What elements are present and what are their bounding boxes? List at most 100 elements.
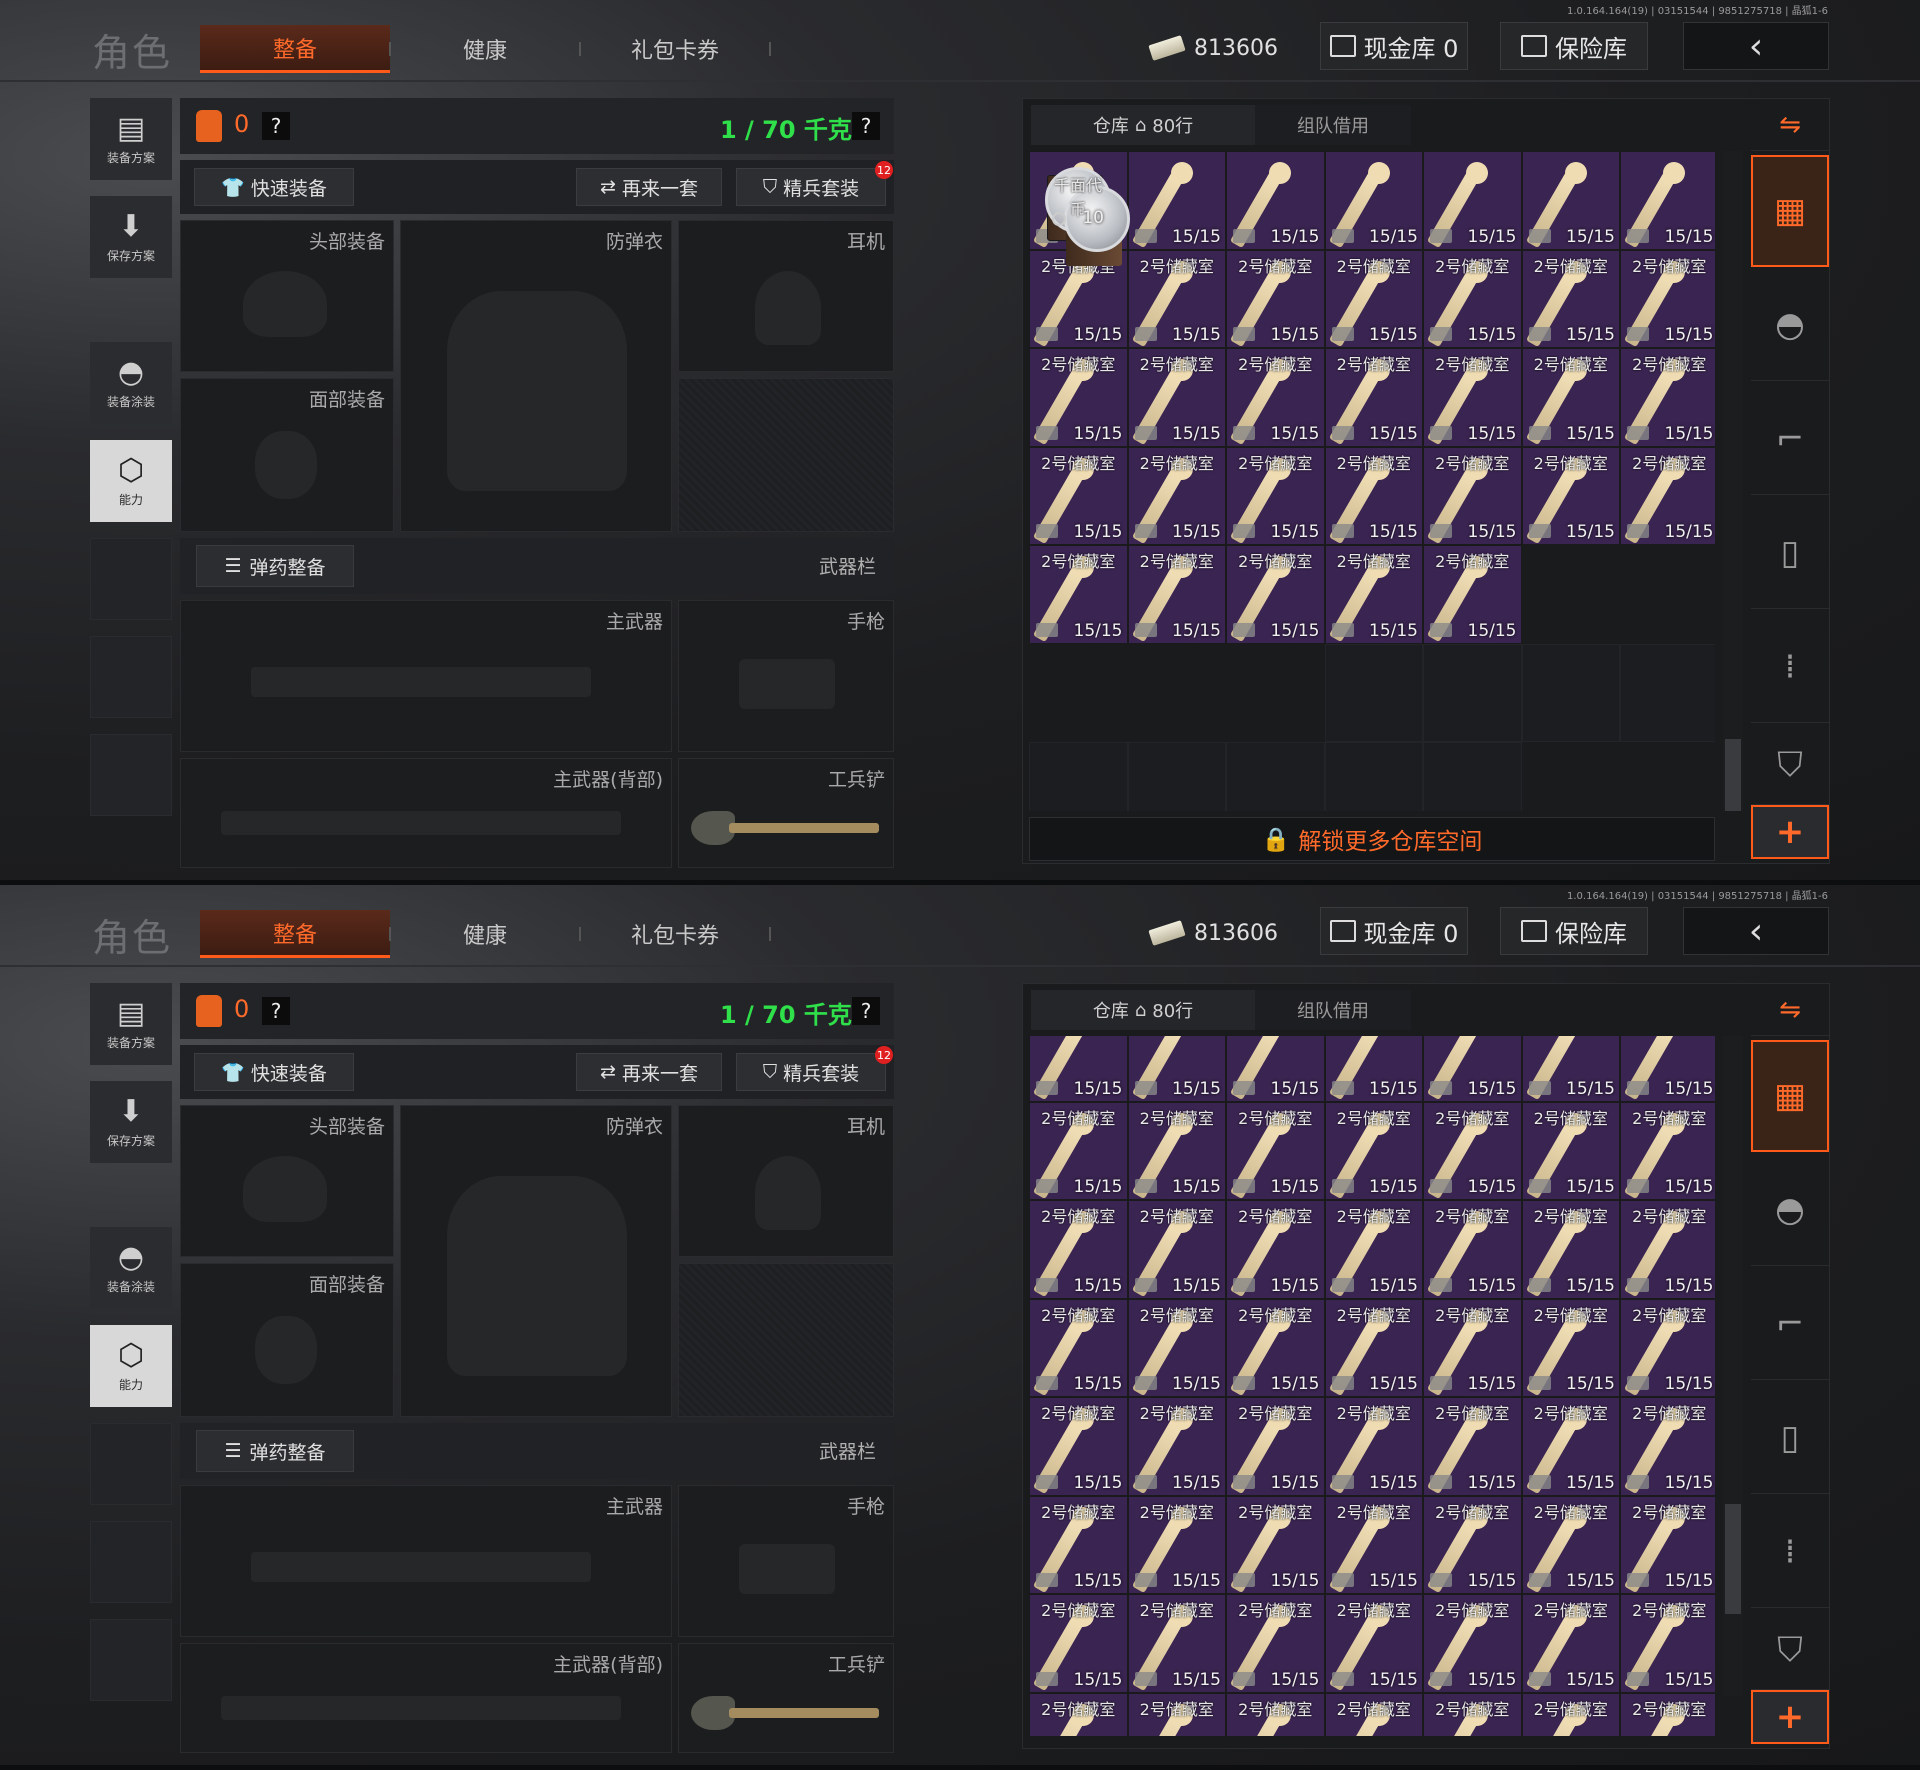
item-cell[interactable]: 15/15 <box>1324 151 1423 250</box>
main-weapon-slot[interactable]: 主武器 <box>180 600 672 752</box>
item-cell[interactable]: 2号储藏室15/15 <box>1324 1101 1423 1200</box>
item-cell[interactable]: 2号储藏室15/15 <box>1029 1594 1128 1693</box>
item-cell[interactable]: 2号储藏室15/15 <box>1521 1200 1620 1299</box>
item-cell[interactable]: 2号储藏室15/15 <box>1029 348 1128 447</box>
scrollbar[interactable] <box>1723 151 1743 811</box>
item-cell[interactable]: 2号储藏室15/15 <box>1620 1298 1715 1397</box>
item-cell[interactable]: 2号储藏室15/15 <box>1423 1036 1522 1102</box>
item-cell[interactable]: 2号储藏室15/15 <box>1324 249 1423 348</box>
item-cell[interactable]: 2号储藏室15/15 <box>1324 1397 1423 1496</box>
item-cell[interactable]: 2号储藏室15/15 <box>1226 1036 1325 1102</box>
item-cell[interactable]: 2号储藏室15/15 <box>1226 446 1325 545</box>
item-cell[interactable]: 2号储藏室15/15 <box>1423 348 1522 447</box>
item-cell[interactable]: 2号储藏室15/15 <box>1127 348 1226 447</box>
item-cell[interactable]: 15/15 <box>1620 151 1715 250</box>
item-cell[interactable]: 2号储藏室15/15 <box>1324 1594 1423 1693</box>
item-cell[interactable]: 2号储藏室15/15 <box>1521 1692 1620 1736</box>
item-cell[interactable]: 2号储藏室15/15 <box>1127 1594 1226 1693</box>
main-weapon-slot[interactable]: 主武器 <box>180 1485 672 1637</box>
item-cell[interactable]: 2号储藏室15/15 <box>1521 1495 1620 1594</box>
sidebar-item-ability[interactable]: ⬡ 能力 <box>90 440 172 522</box>
sidebar-item-save[interactable]: ⬇ 保存方案 <box>90 1081 172 1163</box>
tab-equip[interactable]: 整备 <box>200 910 390 958</box>
item-cell[interactable]: 2号储藏室15/15 <box>1620 1101 1715 1200</box>
unlock-storage-button[interactable]: 🔒 解锁更多仓库空间 <box>1029 817 1715 861</box>
item-cell[interactable]: 2号储藏室15/15 <box>1029 446 1128 545</box>
item-cell[interactable]: 2号储藏室15/15 <box>1127 1036 1226 1102</box>
help-button[interactable]: ? <box>262 997 290 1025</box>
category-helmet-icon[interactable]: ◓ <box>1751 269 1829 381</box>
armor-slot[interactable]: 防弹衣 <box>400 1105 672 1417</box>
armor-slot[interactable]: 防弹衣 <box>400 220 672 532</box>
item-cell[interactable]: 2号储藏室15/15 <box>1226 1495 1325 1594</box>
item-cell[interactable]: 2号储藏室15/15 <box>1029 1298 1128 1397</box>
item-cell[interactable]: 2号储藏室15/15 <box>1423 1495 1522 1594</box>
tab-team-borrow[interactable]: 组队借用 <box>1255 105 1411 145</box>
item-cell[interactable]: 2号储藏室15/15 <box>1423 1397 1522 1496</box>
item-cell[interactable]: 2号储藏室15/15 <box>1324 1036 1423 1102</box>
category-armor-icon[interactable]: ⛉ <box>1751 1610 1829 1690</box>
item-cell[interactable]: 2号储藏室15/15 <box>1226 1594 1325 1693</box>
sidebar-item-loadout[interactable]: ▤ 装备方案 <box>90 983 172 1065</box>
category-helmet-icon[interactable]: ◓ <box>1751 1154 1829 1266</box>
item-cell[interactable]: 2号储藏室15/15 <box>1029 1692 1128 1736</box>
quick-equip-button[interactable]: 👕 快速装备 <box>194 1053 354 1091</box>
quick-equip-button[interactable]: 👕 快速装备 <box>194 168 354 206</box>
item-cell[interactable]: 2号储藏室15/15 <box>1620 1692 1715 1736</box>
sort-icon[interactable]: ⇋ <box>1751 99 1829 151</box>
item-cell[interactable]: 2号储藏室15/15 <box>1029 1397 1128 1496</box>
elite-kit-button[interactable]: ⛉ 精兵套装 12 <box>736 1046 893 1091</box>
item-cell[interactable]: 2号储藏室15/15 <box>1127 1495 1226 1594</box>
category-magazine-icon[interactable]: ▯ <box>1751 497 1829 609</box>
item-cell[interactable]: 2号储藏室15/15 <box>1226 1101 1325 1200</box>
add-category-button[interactable]: + <box>1751 1690 1829 1744</box>
sort-icon[interactable]: ⇋ <box>1751 984 1829 1036</box>
ammo-prep-button[interactable]: ☰ 弹药整备 <box>196 545 354 587</box>
category-ammo-icon[interactable]: ⁞ <box>1751 611 1829 723</box>
item-cell[interactable]: 2号储藏室15/15 <box>1423 1692 1522 1736</box>
face-slot[interactable]: 面部装备 <box>180 1263 394 1417</box>
item-cell[interactable]: 2号储藏室15/15 <box>1226 545 1325 644</box>
item-cell[interactable]: 2号储藏室15/15 <box>1127 1692 1226 1736</box>
item-cell[interactable]: 2号储藏室15/15 <box>1127 545 1226 644</box>
category-magazine-icon[interactable]: ▯ <box>1751 1382 1829 1494</box>
item-cell[interactable]: 2号储藏室15/15 <box>1324 1495 1423 1594</box>
sidebar-item-skin[interactable]: ◓ 装备涂装 <box>90 342 172 424</box>
item-cell[interactable]: 2号储藏室15/15 <box>1423 1200 1522 1299</box>
item-cell[interactable]: 2号储藏室15/15 <box>1620 348 1715 447</box>
pistol-slot[interactable]: 手枪 <box>678 600 894 752</box>
sidebar-item-loadout[interactable]: ▤ 装备方案 <box>90 98 172 180</box>
item-cell[interactable]: 15/15 <box>1423 151 1522 250</box>
category-rifle-icon[interactable]: ⌐ <box>1751 1268 1829 1380</box>
item-cell[interactable]: 2号储藏室15/15 <box>1521 1594 1620 1693</box>
cash-vault-button[interactable]: 现金库 0 <box>1320 907 1468 955</box>
tab-warehouse[interactable]: 仓库 ⌂ 80行 <box>1031 990 1255 1030</box>
item-cell[interactable]: 2号储藏室15/15 <box>1423 1101 1522 1200</box>
item-cell[interactable]: 2号储藏室15/15 <box>1620 1495 1715 1594</box>
repeat-loadout-button[interactable]: ⇄ 再来一套 <box>576 168 722 206</box>
item-cell[interactable]: 2号储藏室15/15 <box>1620 1200 1715 1299</box>
item-cell[interactable]: 15/15 <box>1127 151 1226 250</box>
item-cell[interactable]: 2号储藏室15/15 <box>1423 446 1522 545</box>
sidebar-item-ability[interactable]: ⬡ 能力 <box>90 1325 172 1407</box>
safe-button[interactable]: 保险库 <box>1500 907 1648 955</box>
tab-warehouse[interactable]: 仓库 ⌂ 80行 <box>1031 105 1255 145</box>
item-cell[interactable]: 2号储藏室15/15 <box>1127 1298 1226 1397</box>
tab-team-borrow[interactable]: 组队借用 <box>1255 990 1411 1030</box>
shovel-slot[interactable]: 工兵铲 <box>678 1643 894 1753</box>
repeat-loadout-button[interactable]: ⇄ 再来一套 <box>576 1053 722 1091</box>
back-button[interactable]: ‹ <box>1683 22 1829 70</box>
item-cell[interactable]: 2号储藏室15/15 <box>1423 249 1522 348</box>
item-cell[interactable]: 2号储藏室15/15 <box>1521 1101 1620 1200</box>
item-cell[interactable]: 千面代币 10 <box>1045 167 1130 252</box>
tab-gift[interactable]: 礼包卡券 <box>585 910 765 958</box>
head-slot[interactable]: 头部装备 <box>180 1105 394 1257</box>
sidebar-item-skin[interactable]: ◓ 装备涂装 <box>90 1227 172 1309</box>
tab-equip[interactable]: 整备 <box>200 25 390 73</box>
back-weapon-slot[interactable]: 主武器(背部) <box>180 1643 672 1753</box>
item-cell[interactable]: 2号储藏室15/15 <box>1226 348 1325 447</box>
item-cell[interactable]: 2号储藏室15/15 <box>1324 1692 1423 1736</box>
weight-help-button[interactable]: ? <box>852 112 880 140</box>
item-cell[interactable]: 2号储藏室15/15 <box>1620 1036 1715 1102</box>
ammo-prep-button[interactable]: ☰ 弹药整备 <box>196 1430 354 1472</box>
